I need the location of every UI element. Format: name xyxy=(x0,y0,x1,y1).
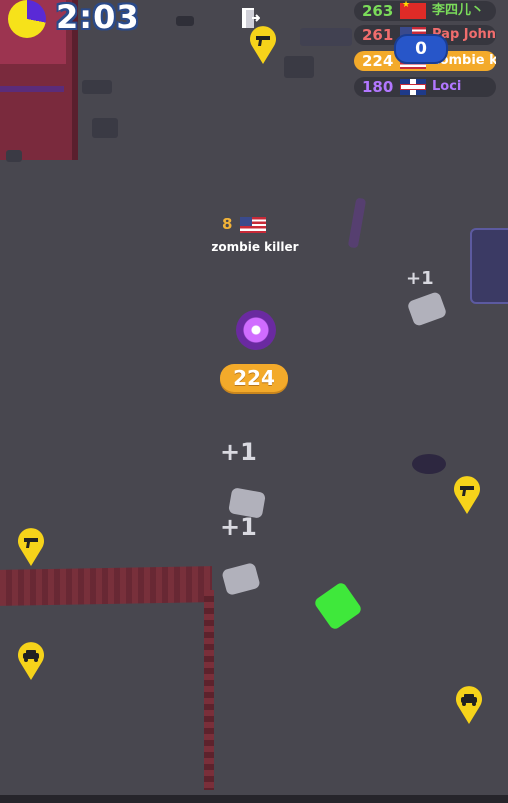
leaderboard-score: 263 xyxy=(362,2,394,20)
leaderboard-score: 224 xyxy=(362,52,394,70)
zombie-green xyxy=(312,580,364,632)
player-character xyxy=(236,310,276,350)
zombie xyxy=(221,562,261,596)
leaderboard-row: 263 李四儿丶 xyxy=(354,0,496,21)
points-popup: +1 xyxy=(220,513,257,541)
debris xyxy=(92,118,118,138)
car-pin-icon[interactable] xyxy=(454,686,484,724)
flag-uk-icon xyxy=(400,79,426,95)
fence-vertical xyxy=(204,590,214,790)
zombie xyxy=(406,290,448,328)
debris xyxy=(300,28,352,46)
player-name: zombie killer xyxy=(211,240,299,254)
points-popup: +1 xyxy=(220,438,257,466)
debris xyxy=(284,56,314,78)
spider-silhouette xyxy=(347,197,367,249)
leaderboard-score: 261 xyxy=(362,26,394,44)
player-flag-us xyxy=(240,217,266,233)
flag-cn-icon xyxy=(400,0,426,19)
points-popup: +1 xyxy=(406,268,434,289)
gun-pin-icon[interactable] xyxy=(16,528,46,566)
bottom-bar xyxy=(0,795,508,803)
car-pin-icon[interactable] xyxy=(16,642,46,680)
spider xyxy=(412,454,446,474)
player-rank: 8 xyxy=(222,215,233,233)
gun-pin-icon[interactable] xyxy=(452,476,482,514)
parked-car xyxy=(470,228,508,304)
leaderboard-name: 李四儿丶 xyxy=(432,3,485,18)
fence-horizontal xyxy=(0,566,212,606)
leaderboard-score: 180 xyxy=(362,78,394,96)
debris xyxy=(82,80,112,94)
timer-pie-icon xyxy=(8,0,46,38)
debris xyxy=(176,16,194,26)
leaderboard-name: Loci xyxy=(432,79,462,94)
debris xyxy=(6,150,22,162)
gun-pin-icon[interactable] xyxy=(248,26,278,64)
kills-counter: 0 xyxy=(394,34,448,64)
timer-text: 2:03 xyxy=(56,0,140,36)
player-score-badge: 224 xyxy=(220,364,288,392)
leaderboard-row: 180 Loci xyxy=(354,77,496,97)
building-trim xyxy=(0,86,64,92)
game-map[interactable]: +1 +1 +1 8 zombie killer 224 xyxy=(0,0,508,795)
exit-door-icon[interactable] xyxy=(240,6,260,30)
